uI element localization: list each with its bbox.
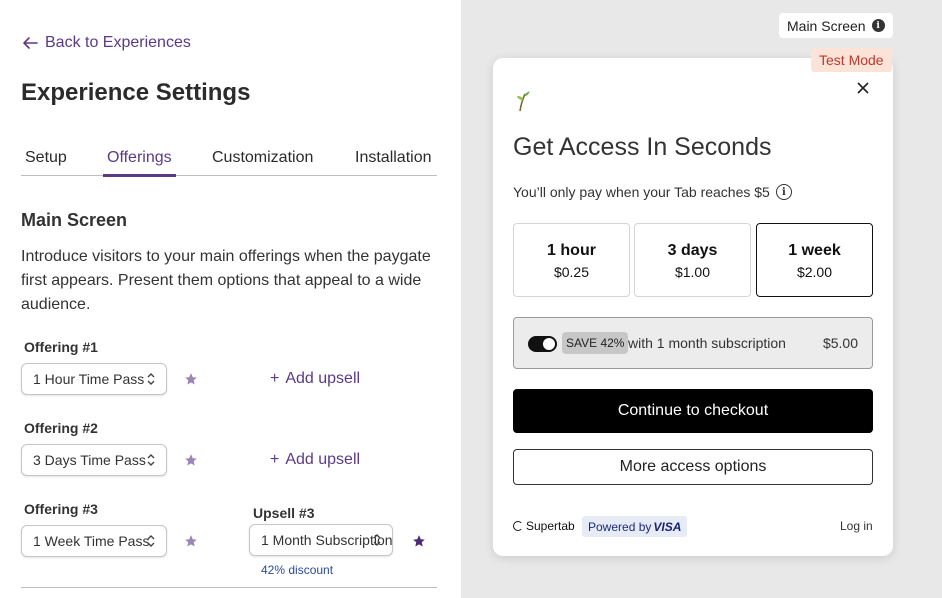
section-title: Main Screen — [21, 210, 128, 230]
upsell-3-label: Upsell #3 — [253, 505, 315, 521]
visa-logo: VISA — [653, 519, 682, 534]
star-filled-icon[interactable] — [412, 534, 426, 548]
powered-by-visa-badge: Powered by VISA — [582, 516, 688, 537]
option-1-hour[interactable]: 1 hour $0.25 — [513, 223, 630, 297]
page-title: Experience Settings — [21, 79, 251, 106]
subscription-upsell[interactable]: SAVE 42% with 1 month subscription $5.00 — [513, 317, 873, 369]
offering-3-value: 1 Week Time Pass — [33, 533, 150, 549]
offering-3-select[interactable]: 1 Week Time Pass — [21, 525, 167, 557]
brand-name: Supertab — [526, 519, 575, 533]
offering-3-label: Offering #3 — [24, 501, 98, 517]
arrow-left-icon — [23, 37, 38, 49]
close-icon[interactable] — [855, 80, 871, 96]
powered-by-text: Powered by — [588, 519, 652, 534]
section-description: Introduce visitors to your main offering… — [21, 248, 431, 313]
star-icon[interactable] — [184, 534, 198, 548]
test-mode-badge: Test Mode — [811, 48, 892, 72]
paygate-title: Get Access In Seconds — [513, 133, 772, 161]
option-duration: 1 hour — [547, 242, 596, 259]
subscription-text: with 1 month subscription — [628, 335, 786, 351]
option-3-days[interactable]: 3 days $1.00 — [634, 223, 751, 297]
option-price: $2.00 — [796, 264, 833, 280]
chevron-updown-icon — [147, 373, 155, 385]
settings-panel: Back to Experiences Experience Settings … — [0, 0, 461, 598]
info-icon: i — [871, 19, 885, 32]
add-upsell-2-button[interactable]: + Add upsell — [270, 451, 360, 469]
preview-panel: Main Screen i Get Access In Seconds You’… — [461, 0, 942, 598]
tab-offerings[interactable]: Offerings — [107, 149, 172, 167]
tab-bar: Setup Offerings Customization Installati… — [21, 146, 437, 177]
paygate-card: Get Access In Seconds You’ll only pay wh… — [493, 58, 893, 556]
star-icon[interactable] — [184, 372, 198, 386]
offering-1-value: 1 Hour Time Pass — [33, 371, 145, 387]
offering-2-value: 3 Days Time Pass — [33, 452, 146, 468]
info-circle-icon[interactable]: i — [775, 184, 792, 200]
screen-selector-pill[interactable]: Main Screen i — [779, 13, 893, 38]
upsell-3-select[interactable]: 1 Month Subscription — [249, 524, 393, 556]
upsell-discount: 42% discount — [261, 563, 334, 577]
back-label: Back to Experiences — [45, 34, 191, 51]
chevron-updown-icon — [147, 535, 155, 547]
option-duration: 3 days — [667, 242, 718, 259]
tab-installation[interactable]: Installation — [355, 149, 432, 167]
star-icon[interactable] — [184, 453, 198, 467]
divider — [21, 587, 437, 588]
continue-to-checkout-button[interactable]: Continue to checkout — [513, 389, 873, 433]
plus-icon: + — [270, 451, 280, 468]
option-price: $1.00 — [674, 264, 711, 280]
option-duration: 1 week — [788, 242, 841, 259]
plus-icon: + — [270, 370, 280, 387]
pay-note-text: You’ll only pay when your Tab reaches $5 — [513, 184, 770, 200]
chevron-updown-icon — [373, 534, 381, 546]
add-upsell-label: Add upsell — [285, 451, 361, 468]
offering-1-select[interactable]: 1 Hour Time Pass — [21, 363, 167, 395]
option-price: $0.25 — [553, 264, 590, 280]
supertab-logo-icon — [513, 521, 523, 531]
more-access-options-button[interactable]: More access options — [513, 449, 873, 485]
chevron-updown-icon — [147, 454, 155, 466]
toggle-knob — [543, 338, 555, 350]
save-badge: SAVE 42% — [562, 332, 629, 354]
log-in-link[interactable]: Log in — [840, 519, 873, 533]
offering-1-label: Offering #1 — [24, 339, 98, 355]
sprout-logo-icon — [517, 91, 530, 112]
add-upsell-1-button[interactable]: + Add upsell — [270, 370, 360, 388]
option-1-week[interactable]: 1 week $2.00 — [756, 223, 873, 297]
active-tab-indicator — [103, 174, 176, 177]
tab-setup[interactable]: Setup — [25, 149, 67, 167]
screen-pill-label: Main Screen — [787, 17, 866, 34]
pay-note: You’ll only pay when your Tab reaches $5… — [513, 184, 792, 200]
subscription-toggle[interactable] — [528, 336, 557, 352]
back-to-experiences-link[interactable]: Back to Experiences — [21, 34, 191, 52]
offering-2-select[interactable]: 3 Days Time Pass — [21, 444, 167, 476]
add-upsell-label: Add upsell — [285, 370, 361, 387]
subscription-price: $5.00 — [822, 335, 858, 351]
supertab-brand: Supertab — [513, 519, 575, 533]
tab-customization[interactable]: Customization — [212, 149, 313, 167]
offering-2-label: Offering #2 — [24, 420, 98, 436]
